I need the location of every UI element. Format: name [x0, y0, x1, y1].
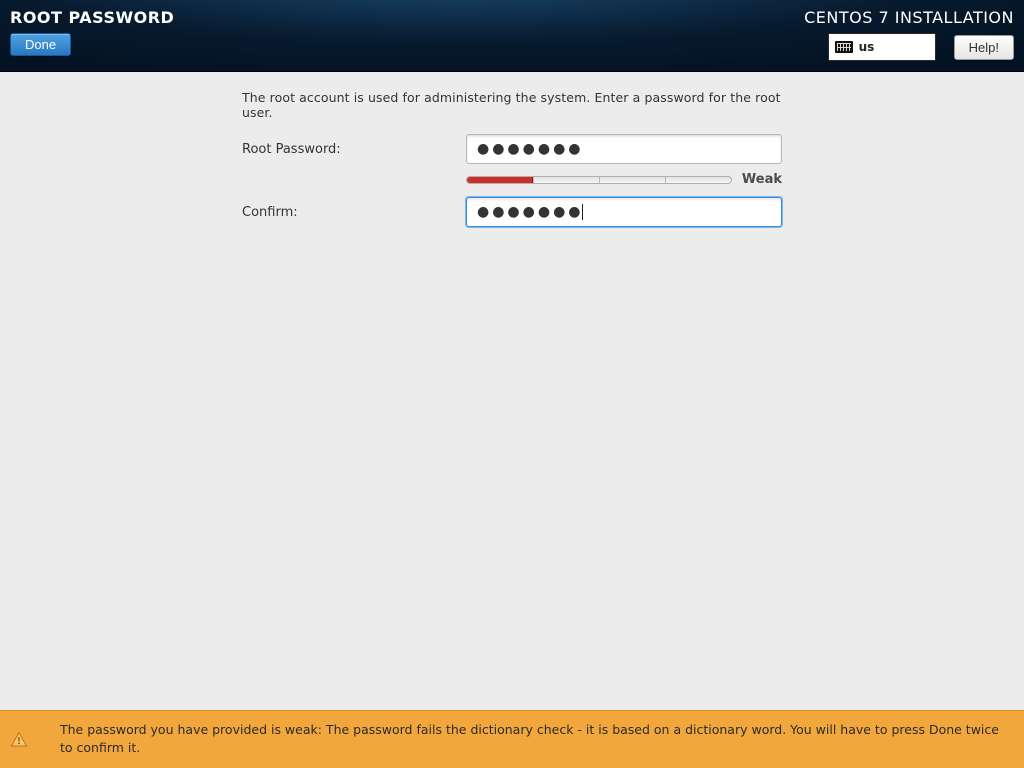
warning-bar: The password you have provided is weak: …	[0, 710, 1024, 768]
root-password-label: Root Password:	[242, 142, 466, 157]
main-content: The root account is used for administeri…	[0, 72, 1024, 227]
intro-text: The root account is used for administeri…	[242, 90, 782, 120]
header-right: CENTOS 7 INSTALLATION us Help!	[804, 8, 1014, 61]
warning-icon	[10, 731, 28, 749]
keyboard-layout-selector[interactable]: us	[828, 33, 936, 61]
keyboard-icon	[835, 41, 853, 53]
confirm-password-value: ●●●●●●●	[477, 204, 584, 220]
header-left: ROOT PASSWORD Done	[10, 8, 174, 56]
text-cursor	[582, 204, 583, 220]
root-password-input[interactable]: ●●●●●●●	[466, 134, 782, 164]
password-strength-ticks	[467, 177, 731, 183]
page-title: ROOT PASSWORD	[10, 8, 174, 27]
header-right-row: us Help!	[804, 33, 1014, 61]
root-password-row: Root Password: ●●●●●●●	[242, 134, 782, 164]
keyboard-layout-label: us	[859, 40, 875, 54]
password-strength-row: Weak	[466, 172, 782, 187]
header-banner: ROOT PASSWORD Done CENTOS 7 INSTALLATION…	[0, 0, 1024, 72]
password-strength-label: Weak	[742, 172, 782, 187]
installer-title: CENTOS 7 INSTALLATION	[804, 8, 1014, 27]
password-strength-meter	[466, 176, 732, 184]
warning-text: The password you have provided is weak: …	[60, 722, 999, 755]
confirm-password-input[interactable]: ●●●●●●●	[466, 197, 782, 227]
confirm-label: Confirm:	[242, 205, 466, 220]
confirm-row: Confirm: ●●●●●●●	[242, 197, 782, 227]
root-password-value: ●●●●●●●	[477, 141, 584, 157]
done-button[interactable]: Done	[10, 33, 71, 56]
help-button[interactable]: Help!	[954, 35, 1014, 60]
